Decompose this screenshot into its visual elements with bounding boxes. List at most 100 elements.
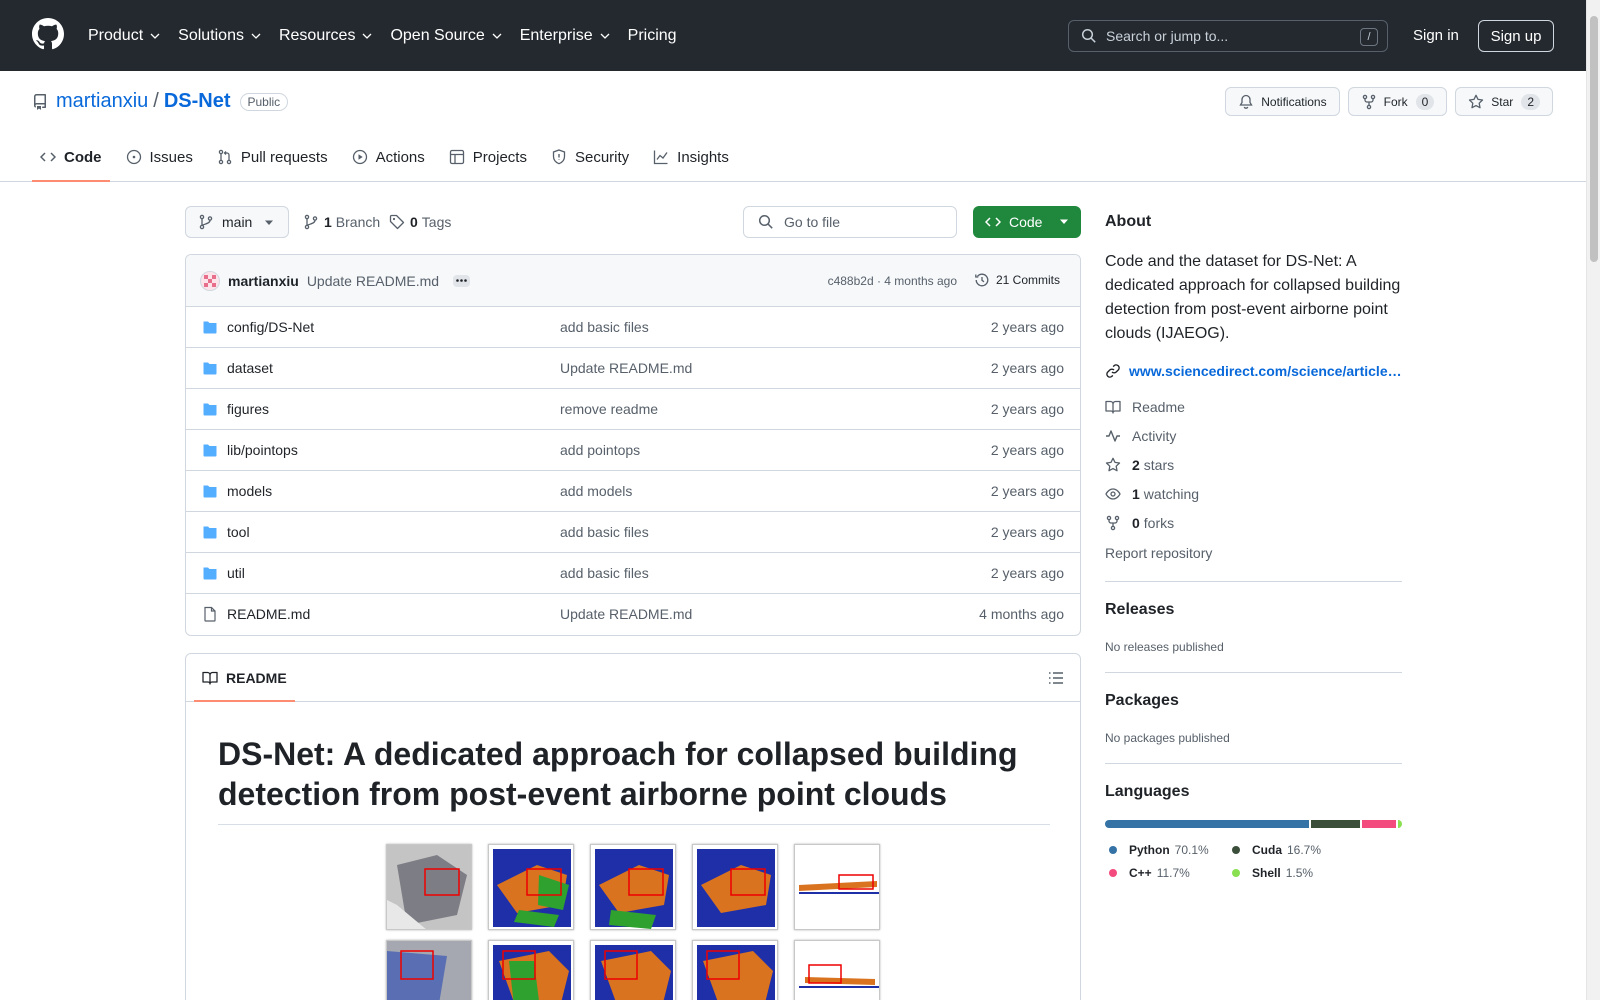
chevron-down-icon bbox=[600, 33, 610, 39]
file-row[interactable]: tool add basic files 2 years ago bbox=[186, 512, 1080, 553]
global-search-input[interactable]: Search or jump to... / bbox=[1068, 20, 1388, 52]
file-commit-date: 2 years ago bbox=[990, 442, 1064, 458]
file-name-link[interactable]: tool bbox=[227, 524, 250, 540]
nav-pricing[interactable]: Pricing bbox=[628, 27, 677, 45]
fork-icon bbox=[1106, 515, 1120, 531]
stars-link[interactable]: 2 stars bbox=[1105, 457, 1174, 473]
file-commit-message-link[interactable]: Update README.md bbox=[560, 360, 692, 376]
sign-in-link[interactable]: Sign in bbox=[1413, 27, 1459, 44]
activity-link[interactable]: Activity bbox=[1105, 428, 1176, 444]
tab-security[interactable]: Security bbox=[543, 135, 637, 179]
commit-details-toggle[interactable] bbox=[453, 274, 471, 287]
tab-label: Projects bbox=[472, 148, 527, 166]
avatar[interactable] bbox=[200, 270, 220, 291]
commit-hash-date[interactable]: c488b2d · 4 months ago bbox=[828, 274, 957, 288]
scrollbar-thumb[interactable] bbox=[1590, 16, 1598, 262]
file-name-link[interactable]: models bbox=[227, 483, 272, 499]
branch-icon bbox=[304, 214, 318, 230]
nav-product[interactable]: Product bbox=[88, 27, 161, 45]
file-name-link[interactable]: README.md bbox=[227, 606, 310, 622]
notifications-button[interactable]: Notifications bbox=[1225, 87, 1340, 116]
activity-link-label: Activity bbox=[1132, 428, 1177, 444]
nav-resources[interactable]: Resources bbox=[279, 27, 373, 45]
releases-heading[interactable]: Releases bbox=[1105, 601, 1174, 619]
file-name-link[interactable]: lib/pointops bbox=[227, 442, 298, 458]
language-bar-segment[interactable] bbox=[1105, 820, 1309, 828]
branch-count: 1 bbox=[324, 214, 332, 230]
report-repository-link[interactable]: Report repository bbox=[1105, 545, 1212, 561]
file-name-link[interactable]: util bbox=[227, 565, 245, 581]
file-row[interactable]: config/DS-Net add basic files 2 years ago bbox=[186, 307, 1080, 348]
table-icon bbox=[449, 149, 464, 165]
branch-select-button[interactable]: main bbox=[185, 206, 289, 238]
repo-name-link[interactable]: DS-Net bbox=[164, 90, 231, 113]
file-commit-message-link[interactable]: remove readme bbox=[560, 401, 658, 417]
commit-author-link[interactable]: martianxiu bbox=[228, 273, 299, 289]
language-item[interactable]: Python 70.1% bbox=[1109, 843, 1209, 857]
file-commit-message-link[interactable]: add basic files bbox=[560, 319, 649, 335]
file-row[interactable]: dataset Update README.md 2 years ago bbox=[186, 348, 1080, 389]
language-bar-segment[interactable] bbox=[1361, 820, 1396, 828]
tab-issues[interactable]: Issues bbox=[118, 135, 201, 179]
file-commit-date: 2 years ago bbox=[990, 524, 1064, 540]
go-to-file-input[interactable]: Go to file bbox=[743, 206, 957, 238]
fork-button[interactable]: Fork 0 bbox=[1347, 87, 1448, 116]
language-item[interactable]: Cuda 16.7% bbox=[1232, 843, 1321, 857]
commit-message-link[interactable]: Update README.md bbox=[307, 273, 439, 289]
file-row[interactable]: util add basic files 2 years ago bbox=[186, 553, 1080, 594]
file-commit-message-link[interactable]: add models bbox=[560, 483, 632, 499]
file-list: martianxiu Update README.md c488b2d · 4 … bbox=[185, 254, 1081, 636]
file-name-link[interactable]: config/DS-Net bbox=[227, 319, 314, 335]
branches-link[interactable]: 1 Branch bbox=[303, 214, 380, 230]
nav-enterprise[interactable]: Enterprise bbox=[520, 27, 611, 45]
point-cloud-image bbox=[493, 945, 571, 1000]
file-row[interactable]: lib/pointops add pointops 2 years ago bbox=[186, 430, 1080, 471]
readme-link[interactable]: Readme bbox=[1105, 399, 1185, 415]
code-dropdown-button[interactable]: Code bbox=[973, 206, 1081, 238]
tab-insights[interactable]: Insights bbox=[645, 135, 737, 179]
tab-actions[interactable]: Actions bbox=[344, 135, 433, 179]
forks-link[interactable]: 0 forks bbox=[1105, 515, 1174, 531]
tags-link[interactable]: 0 Tags bbox=[389, 214, 451, 230]
nav-open-source[interactable]: Open Source bbox=[390, 27, 502, 45]
star-button[interactable]: Star 2 bbox=[1455, 87, 1553, 116]
star-icon bbox=[1469, 94, 1484, 108]
packages-heading[interactable]: Packages bbox=[1105, 692, 1179, 710]
watching-count: 1 bbox=[1132, 486, 1140, 502]
file-commit-message-link[interactable]: Update README.md bbox=[560, 606, 692, 622]
sign-up-button[interactable]: Sign up bbox=[1478, 20, 1554, 52]
file-row[interactable]: models add models 2 years ago bbox=[186, 471, 1080, 512]
tab-code[interactable]: Code bbox=[32, 135, 110, 182]
issue-icon bbox=[126, 149, 141, 165]
pulse-icon bbox=[1106, 430, 1120, 442]
file-commit-message-link[interactable]: add pointops bbox=[560, 442, 640, 458]
file-type-icon bbox=[202, 360, 218, 376]
outline-list-icon[interactable] bbox=[1048, 670, 1064, 686]
repo-owner-link[interactable]: martianxiu bbox=[56, 90, 148, 113]
file-name-link[interactable]: dataset bbox=[227, 360, 273, 376]
language-bar-segment[interactable] bbox=[1310, 820, 1360, 828]
github-logo-icon[interactable] bbox=[32, 18, 64, 50]
language-item[interactable]: Shell 1.5% bbox=[1232, 866, 1313, 880]
folder-icon bbox=[203, 321, 217, 334]
homepage-link[interactable]: www.sciencedirect.com/science/article/pi… bbox=[1105, 363, 1402, 379]
language-color-dot bbox=[1109, 846, 1117, 854]
watchers-link[interactable]: 1 watching bbox=[1105, 486, 1199, 502]
tab-projects[interactable]: Projects bbox=[441, 135, 535, 179]
file-commit-message-link[interactable]: add basic files bbox=[560, 565, 649, 581]
readme-tab[interactable]: README bbox=[194, 654, 295, 702]
tab-pull-requests[interactable]: Pull requests bbox=[209, 135, 336, 179]
file-commit-message-link[interactable]: add basic files bbox=[560, 524, 649, 540]
tab-label: Actions bbox=[375, 148, 425, 166]
caret-down-icon bbox=[265, 220, 273, 225]
file-row[interactable]: README.md Update README.md 4 months ago bbox=[186, 594, 1080, 635]
file-commit-date: 2 years ago bbox=[990, 360, 1064, 376]
commits-link[interactable]: 21 Commits bbox=[974, 272, 1060, 288]
file-name-link[interactable]: figures bbox=[227, 401, 269, 417]
caret-down-icon bbox=[1060, 219, 1068, 224]
nav-solutions[interactable]: Solutions bbox=[178, 27, 262, 45]
language-bar-segment[interactable] bbox=[1397, 820, 1402, 828]
page-scrollbar[interactable] bbox=[1586, 0, 1600, 1000]
language-item[interactable]: C++ 11.7% bbox=[1109, 866, 1190, 880]
file-row[interactable]: figures remove readme 2 years ago bbox=[186, 389, 1080, 430]
